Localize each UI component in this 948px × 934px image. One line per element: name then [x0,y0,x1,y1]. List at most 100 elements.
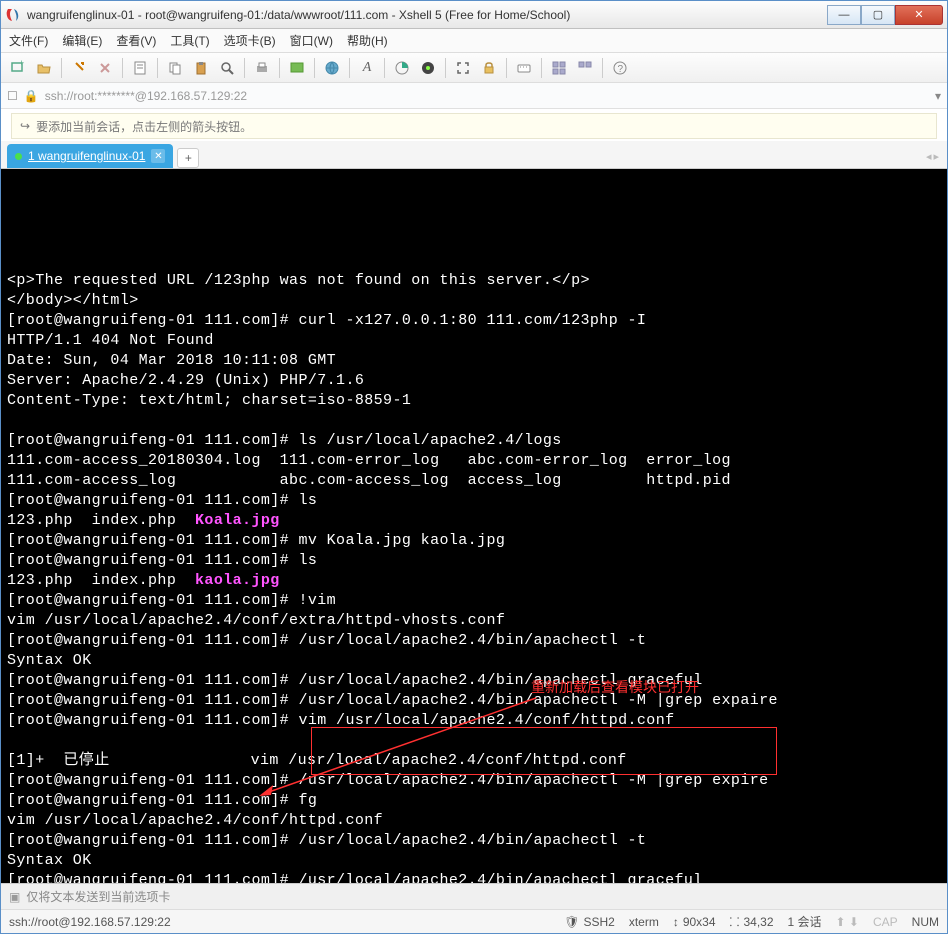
command-input-placeholder[interactable]: 仅将文本发送到当前选项卡 [26,888,170,905]
globe-button[interactable] [321,57,343,79]
svg-text:?: ? [618,64,624,75]
status-ssh: 🛡SSH2 [564,915,615,929]
menu-tabs[interactable]: 选项卡(B) [224,32,276,49]
terminal-line: 111.com-access_20180304.log 111.com-erro… [7,451,941,471]
terminal-line: 123.php index.php kaola.jpg [7,571,941,591]
terminal-line: [root@wangruifeng-01 111.com]# ls [7,491,941,511]
color-button[interactable] [391,57,413,79]
separator [157,58,158,78]
window-controls: — ▢ ✕ [827,5,943,25]
terminal-line: Content-Type: text/html; charset=iso-885… [7,391,941,411]
status-signal: ⬆ ⬇ [836,915,859,929]
lock-icon: 🔒 [24,89,39,103]
keyboard-button[interactable] [513,57,535,79]
separator [122,58,123,78]
menu-file[interactable]: 文件(F) [9,32,48,49]
arrow-icon[interactable]: ↪ [20,119,30,133]
address-bar: ☐ 🔒 ssh://root:********@192.168.57.129:2… [1,83,947,109]
terminal-line: Date: Sun, 04 Mar 2018 10:11:08 GMT [7,351,941,371]
terminal-line: [root@wangruifeng-01 111.com]# fg [7,791,941,811]
add-session-icon[interactable]: ☐ [7,89,18,103]
open-button[interactable] [33,57,55,79]
address-input[interactable]: ssh://root:********@192.168.57.129:22 [45,89,929,103]
tab-session-1[interactable]: 1 wangruifenglinux-01 ✕ [7,144,173,168]
app-icon [5,7,21,23]
terminal[interactable]: 重新加载后查看模块已打开 <p>The requested URL /123ph… [1,169,947,883]
size-icon: ↕ [673,915,679,929]
terminal-line: [root@wangruifeng-01 111.com]# /usr/loca… [7,871,941,883]
lock-button[interactable] [478,57,500,79]
terminal-line: vim /usr/local/apache2.4/conf/extra/http… [7,611,941,631]
terminal-line: [root@wangruifeng-01 111.com]# mv Koala.… [7,531,941,551]
tab-prev-button[interactable]: ◂ [926,150,932,163]
separator [244,58,245,78]
reconnect-button[interactable] [68,57,90,79]
terminal-line [7,411,941,431]
info-bar: ↪ 要添加当前会话，点击左侧的箭头按钮。 [11,113,937,139]
xftp-button[interactable] [286,57,308,79]
properties-button[interactable] [129,57,151,79]
titlebar[interactable]: wangruifenglinux-01 - root@wangruifeng-0… [1,1,947,29]
tile-button[interactable] [548,57,570,79]
find-button[interactable] [216,57,238,79]
maximize-button[interactable]: ▢ [861,5,895,25]
terminal-line: </body></html> [7,291,941,311]
new-session-button[interactable]: + [7,57,29,79]
menu-help[interactable]: 帮助(H) [347,32,388,49]
tab-nav: ◂ ▸ [926,150,939,163]
minimize-button[interactable]: — [827,5,861,25]
terminal-line: [root@wangruifeng-01 111.com]# !vim [7,591,941,611]
separator [445,58,446,78]
send-icon[interactable]: ▣ [9,890,20,904]
terminal-line: 111.com-access_log abc.com-access_log ac… [7,471,941,491]
terminal-line: Syntax OK [7,851,941,871]
help-button[interactable]: ? [609,57,631,79]
separator [61,58,62,78]
terminal-line: Syntax OK [7,651,941,671]
menubar: 文件(F) 编辑(E) 查看(V) 工具(T) 选项卡(B) 窗口(W) 帮助(… [1,29,947,53]
svg-text:+: + [19,60,24,68]
status-dot-icon [15,153,22,160]
font-button[interactable]: A [356,57,378,79]
window-title: wangruifenglinux-01 - root@wangruifeng-0… [27,8,827,22]
tab-next-button[interactable]: ▸ [933,150,939,163]
address-dropdown[interactable]: ▾ [935,89,941,103]
terminal-line: HTTP/1.1 404 Not Found [7,331,941,351]
status-cap: CAP [873,915,898,929]
menu-edit[interactable]: 编辑(E) [62,32,102,49]
terminal-line: [root@wangruifeng-01 111.com]# /usr/loca… [7,671,941,691]
cascade-button[interactable] [574,57,596,79]
terminal-line: [root@wangruifeng-01 111.com]# /usr/loca… [7,631,941,651]
app-window: wangruifenglinux-01 - root@wangruifeng-0… [0,0,948,934]
status-term: xterm [629,915,659,929]
tab-label: 1 wangruifenglinux-01 [28,149,145,163]
status-pos: ⸬34,32 [730,913,774,930]
terminal-line: [root@wangruifeng-01 111.com]# /usr/loca… [7,691,941,711]
status-address: ssh://root@192.168.57.129:22 [9,915,171,929]
tab-close-button[interactable]: ✕ [151,149,165,163]
annotation-box [311,727,777,775]
highlight-button[interactable] [417,57,439,79]
separator [541,58,542,78]
paste-button[interactable] [190,57,212,79]
fullscreen-button[interactable] [452,57,474,79]
print-button[interactable] [251,57,273,79]
menu-window[interactable]: 窗口(W) [290,32,333,49]
separator [349,58,350,78]
menu-tools[interactable]: 工具(T) [170,32,209,49]
terminal-line: [root@wangruifeng-01 111.com]# ls [7,551,941,571]
copy-button[interactable] [164,57,186,79]
toolbar: + A ? [1,53,947,83]
terminal-line: [root@wangruifeng-01 111.com]# ls /usr/l… [7,431,941,451]
disconnect-button[interactable] [94,57,116,79]
pos-icon: ⸬ [730,913,740,930]
tab-add-button[interactable]: + [177,148,199,168]
status-size: ↕90x34 [673,915,716,929]
terminal-line: 123.php index.php Koala.jpg [7,511,941,531]
close-button[interactable]: ✕ [895,5,943,25]
separator [314,58,315,78]
terminal-line: vim /usr/local/apache2.4/conf/httpd.conf [7,811,941,831]
status-sessions: 1 会话 [788,913,822,930]
menu-view[interactable]: 查看(V) [116,32,156,49]
separator [279,58,280,78]
